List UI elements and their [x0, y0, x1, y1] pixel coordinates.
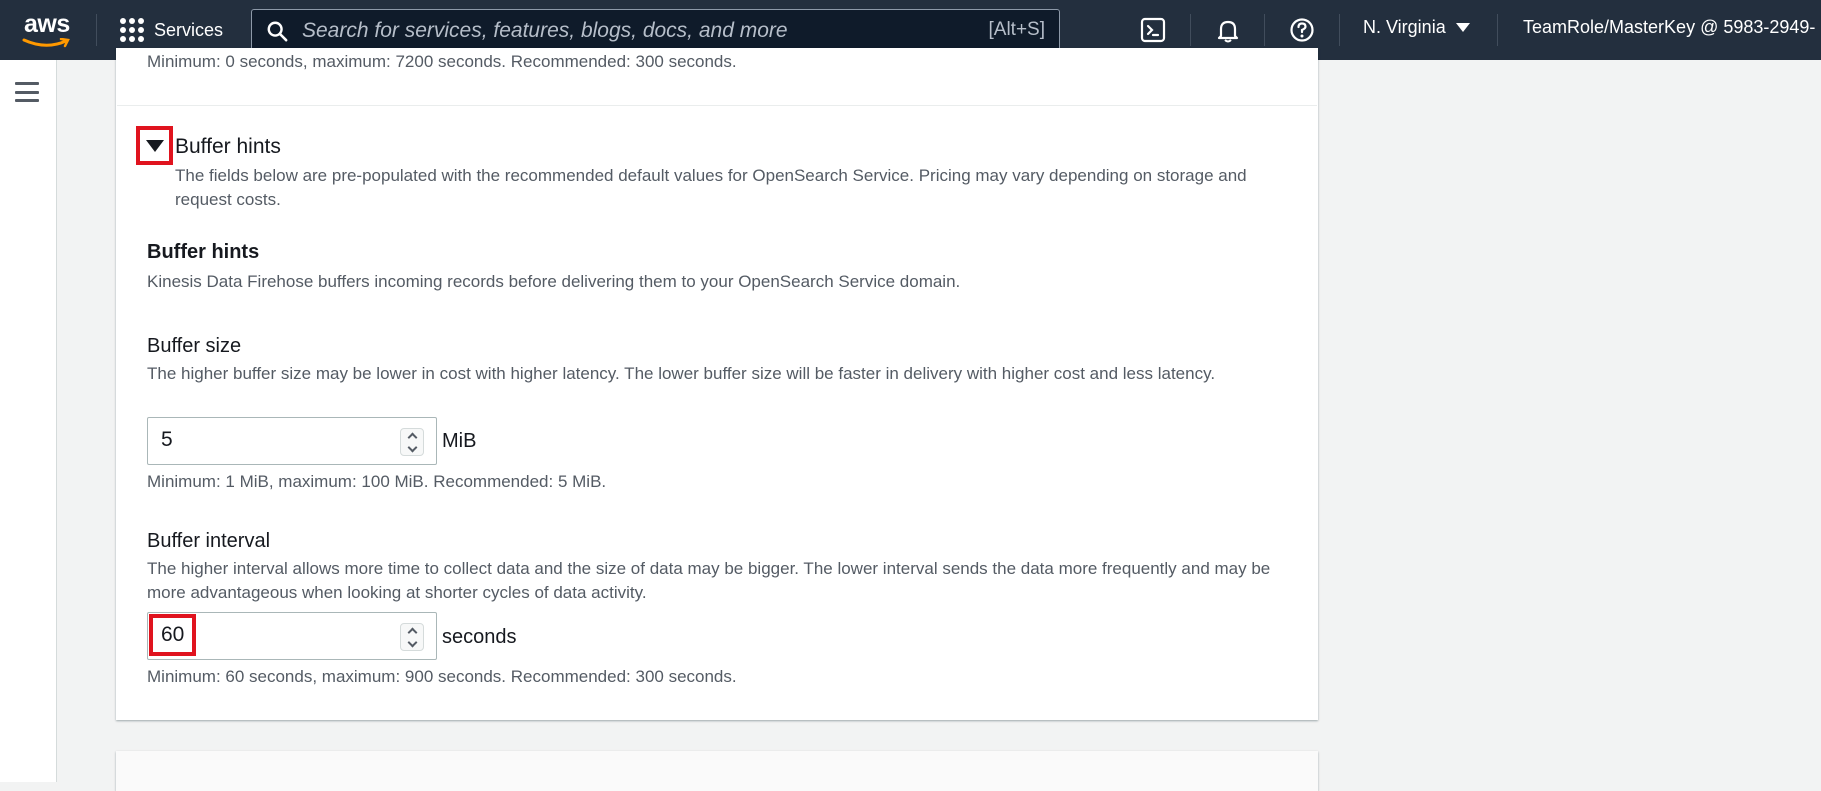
buffer-size-stepper[interactable]	[400, 428, 424, 456]
buffer-hints-expand-toggle[interactable]	[136, 126, 173, 165]
buffer-size-unit: MiB	[442, 430, 477, 452]
search-shortcut-hint: [Alt+S]	[988, 19, 1046, 40]
next-settings-panel	[116, 751, 1318, 791]
buffer-hints-expander-description: The fields below are pre-populated with …	[175, 166, 1247, 209]
cloudshell-icon[interactable]	[1138, 15, 1168, 45]
aws-smile-icon	[22, 38, 70, 48]
buffer-interval-constraint: Minimum: 60 seconds, maximum: 900 second…	[147, 667, 737, 686]
buffer-interval-label: Buffer interval	[147, 530, 271, 552]
buffer-size-value: 5	[161, 428, 173, 451]
section-divider	[117, 105, 1317, 106]
hamburger-menu-icon[interactable]	[15, 82, 39, 102]
region-label: N. Virginia	[1363, 17, 1446, 37]
services-grid-icon	[120, 18, 144, 42]
nav-divider	[1190, 14, 1191, 46]
nav-divider	[1497, 14, 1498, 46]
search-bar[interactable]: [Alt+S]	[251, 9, 1060, 52]
chevron-down-icon[interactable]	[407, 637, 417, 647]
caret-down-icon	[1455, 23, 1470, 32]
buffer-interval-highlight	[149, 614, 196, 656]
buffer-interval-description: The higher interval allows more time to …	[147, 559, 1271, 602]
buffer-hints-expander-title[interactable]: Buffer hints	[175, 135, 281, 159]
services-label: Services	[154, 19, 224, 40]
buffer-size-input[interactable]: 5	[147, 417, 437, 465]
buffer-size-label: Buffer size	[147, 335, 242, 357]
aws-logo-text: aws	[24, 10, 70, 38]
caret-down-icon	[145, 139, 164, 152]
chevron-down-icon[interactable]	[407, 442, 417, 452]
region-selector[interactable]: N. Virginia	[1363, 17, 1470, 38]
account-menu[interactable]: TeamRole/MasterKey @ 5983-2949-	[1523, 17, 1815, 38]
buffer-size-description: The higher buffer size may be lower in c…	[147, 364, 1216, 383]
nav-divider	[1264, 14, 1265, 46]
aws-logo[interactable]: aws	[22, 10, 72, 50]
buffer-interval-stepper[interactable]	[400, 623, 424, 651]
chevron-up-icon[interactable]	[407, 627, 417, 637]
help-icon[interactable]	[1287, 15, 1317, 45]
previous-field-constraint: Minimum: 0 seconds, maximum: 7200 second…	[147, 52, 737, 71]
buffer-size-constraint: Minimum: 1 MiB, maximum: 100 MiB. Recomm…	[147, 472, 607, 491]
buffer-hints-description: Kinesis Data Firehose buffers incoming r…	[147, 272, 961, 291]
chevron-up-icon[interactable]	[407, 432, 417, 442]
search-input[interactable]	[302, 16, 902, 46]
nav-divider	[96, 14, 97, 46]
search-icon	[267, 21, 288, 42]
buffer-hints-heading: Buffer hints	[147, 241, 260, 263]
services-menu-button[interactable]: Services	[120, 15, 223, 45]
buffer-interval-unit: seconds	[442, 626, 517, 648]
nav-divider	[1339, 14, 1340, 46]
side-navigation-rail	[0, 60, 57, 782]
notifications-bell-icon[interactable]	[1213, 15, 1243, 45]
